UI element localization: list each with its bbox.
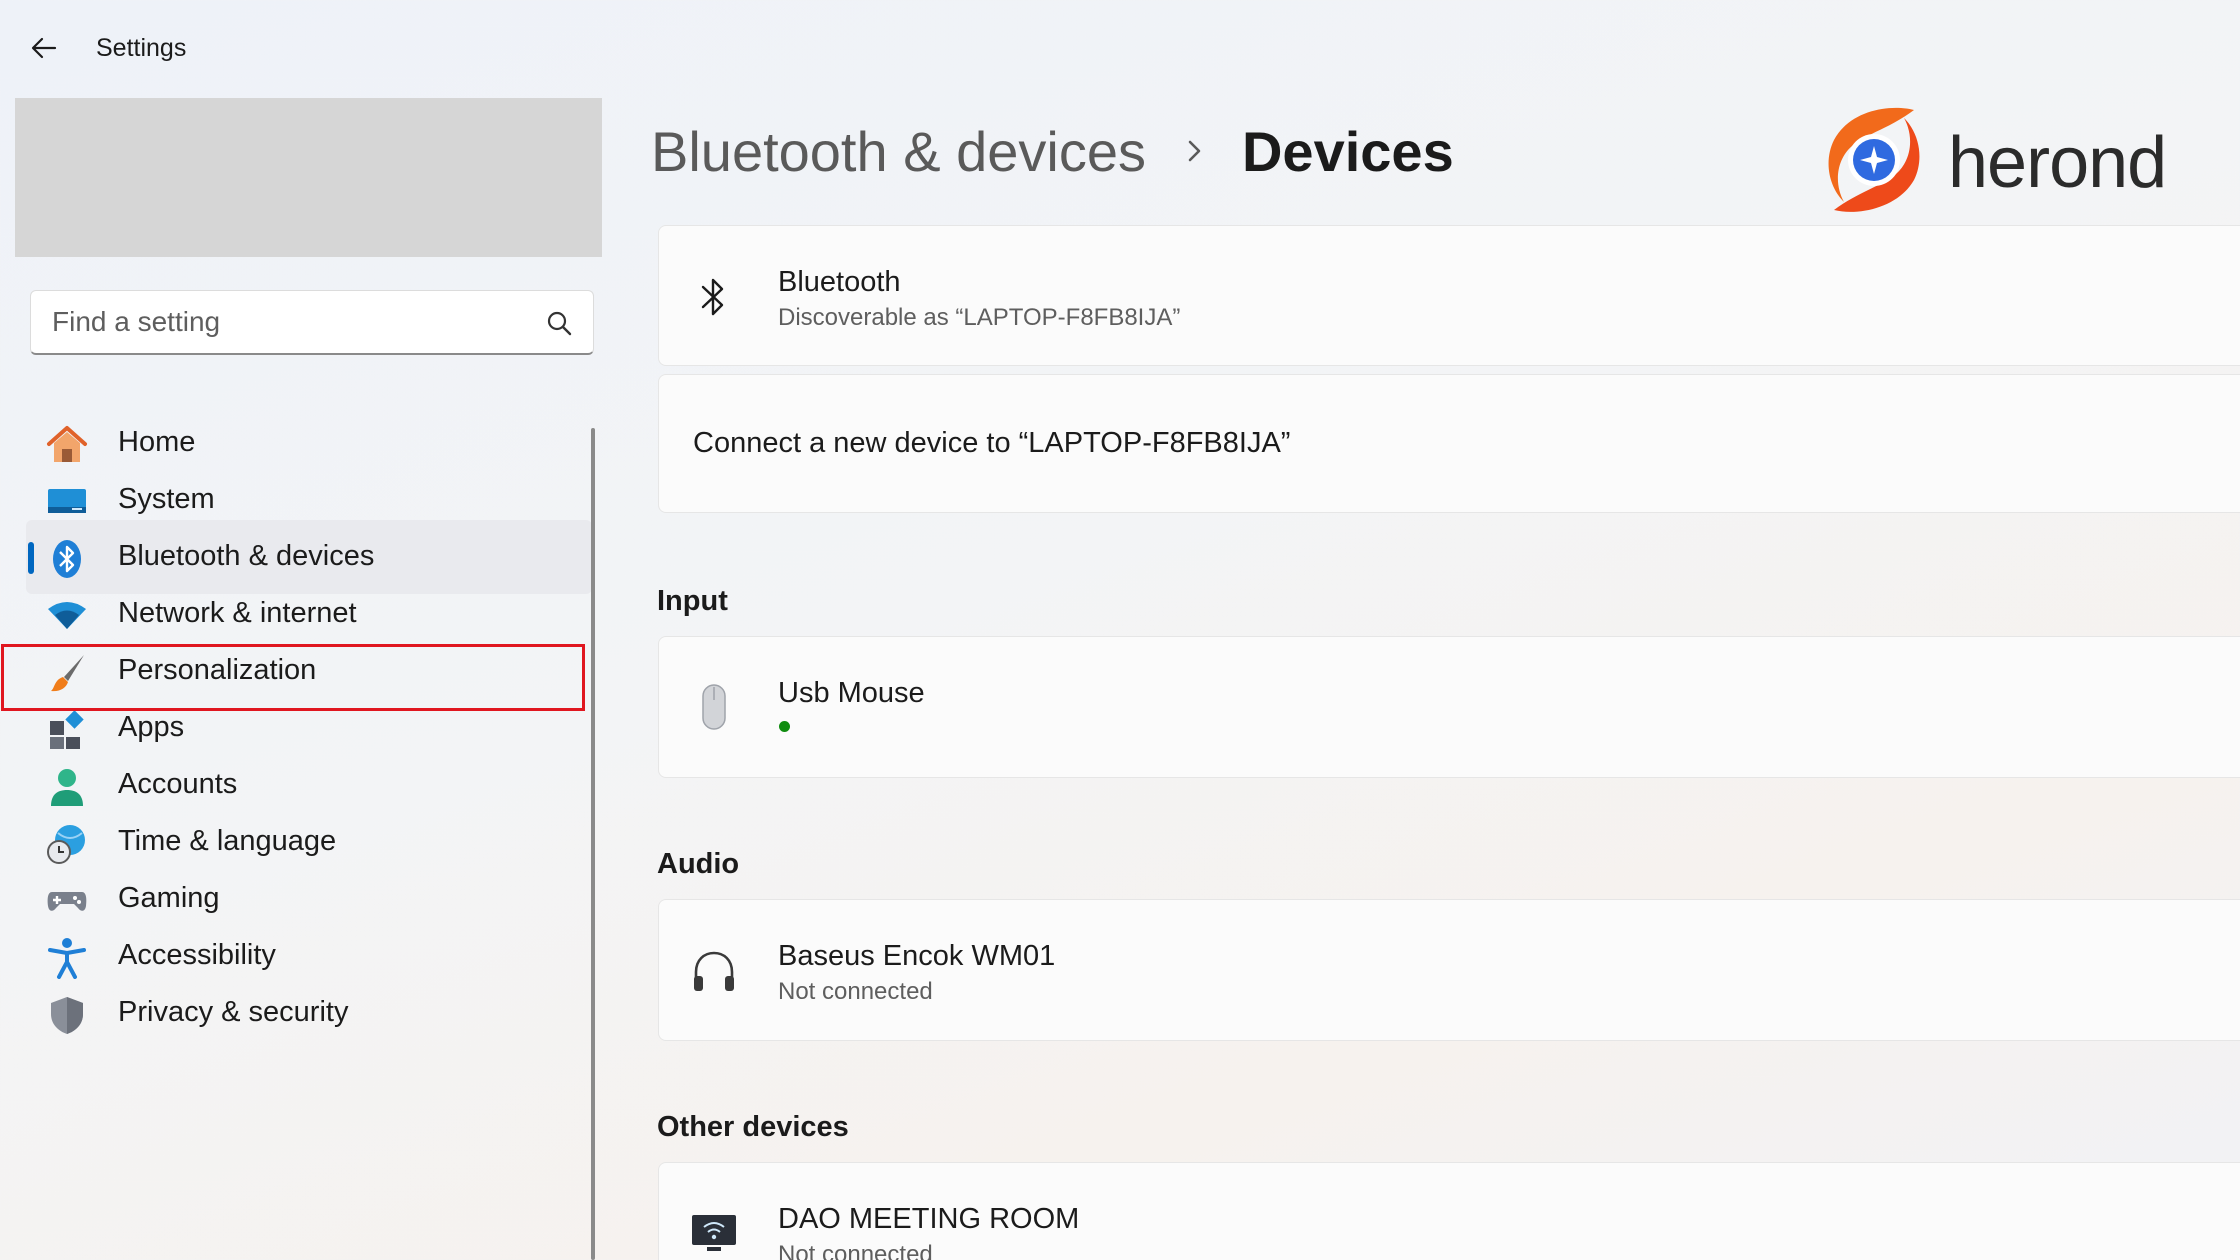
section-title-input: Input xyxy=(657,585,728,617)
account-banner[interactable] xyxy=(15,98,602,257)
connect-new-device-card[interactable]: Connect a new device to “LAPTOP-F8FB8IJA… xyxy=(658,374,2240,513)
sidebar-item-label: Apps xyxy=(118,711,185,743)
section-title-audio: Audio xyxy=(657,848,740,880)
shield-icon xyxy=(51,997,83,1034)
search-box[interactable] xyxy=(30,290,594,355)
system-icon xyxy=(48,489,86,513)
selection-indicator xyxy=(28,542,34,574)
sidebar-item-label: Home xyxy=(118,426,196,458)
sidebar-item-label: Accounts xyxy=(118,768,238,800)
sidebar-scrollbar[interactable] xyxy=(591,428,595,1260)
gamepad-icon xyxy=(47,892,87,911)
headphones-icon xyxy=(694,951,734,991)
device-status: Not connected xyxy=(778,978,933,1005)
back-arrow-icon xyxy=(31,37,57,59)
bluetooth-subtitle: Discoverable as “LAPTOP-F8FB8IJA” xyxy=(778,304,1181,331)
bluetooth-title: Bluetooth xyxy=(778,266,901,298)
sidebar-item-label: Personalization xyxy=(118,654,317,686)
connected-status-dot xyxy=(779,721,790,732)
device-card-usb-mouse[interactable]: Usb Mouse xyxy=(658,636,2240,778)
sidebar-item-label: Network & internet xyxy=(118,597,357,629)
accessibility-icon xyxy=(48,938,86,979)
bluetooth-card[interactable]: Bluetooth Discoverable as “LAPTOP-F8FB8I… xyxy=(658,225,2240,366)
display-icon xyxy=(692,1215,736,1251)
sidebar-item-label: Time & language xyxy=(118,825,337,857)
apps-icon xyxy=(50,710,84,749)
sidebar-item-label: Privacy & security xyxy=(118,996,349,1028)
sidebar-item-label: Accessibility xyxy=(118,939,276,971)
search-icon[interactable] xyxy=(545,309,573,337)
brush-icon xyxy=(51,655,84,692)
device-name: Baseus Encok WM01 xyxy=(778,940,1056,972)
device-card-dao-meeting-room[interactable]: DAO MEETING ROOM Not connected xyxy=(658,1162,2240,1260)
wifi-icon xyxy=(48,602,86,629)
back-button[interactable] xyxy=(24,28,64,68)
connect-new-device-label: Connect a new device to “LAPTOP-F8FB8IJA… xyxy=(693,427,1291,459)
search-input[interactable] xyxy=(31,291,531,353)
chevron-right-icon xyxy=(1172,131,1218,171)
sidebar-item-privacy-security[interactable]: Privacy & security xyxy=(26,976,592,1050)
sidebar-item-label: Gaming xyxy=(118,882,220,914)
home-icon xyxy=(47,426,87,462)
herond-logo: herond xyxy=(1820,104,2167,220)
device-status: Not connected xyxy=(778,1241,933,1260)
account-icon xyxy=(51,769,83,806)
page-title: Devices xyxy=(1241,119,1454,183)
herond-logo-icon xyxy=(1828,107,1920,212)
globe-clock-icon xyxy=(47,825,85,864)
sidebar-item-label: Bluetooth & devices xyxy=(118,540,375,572)
section-title-other-devices: Other devices xyxy=(657,1111,849,1143)
device-name: DAO MEETING ROOM xyxy=(778,1203,1080,1235)
breadcrumb: Bluetooth & devices Devices xyxy=(651,116,1454,186)
title-bar: Settings xyxy=(0,0,2240,96)
device-name: Usb Mouse xyxy=(778,677,925,709)
bluetooth-icon xyxy=(701,278,724,316)
herond-logo-text: herond xyxy=(1948,123,2167,203)
bluetooth-icon xyxy=(53,540,81,578)
sidebar-item-label: System xyxy=(118,483,215,515)
device-card-baseus-encok[interactable]: Baseus Encok WM01 Not connected xyxy=(658,899,2240,1041)
app-title: Settings xyxy=(96,34,187,62)
breadcrumb-parent[interactable]: Bluetooth & devices xyxy=(651,119,1146,184)
mouse-icon xyxy=(702,684,726,730)
